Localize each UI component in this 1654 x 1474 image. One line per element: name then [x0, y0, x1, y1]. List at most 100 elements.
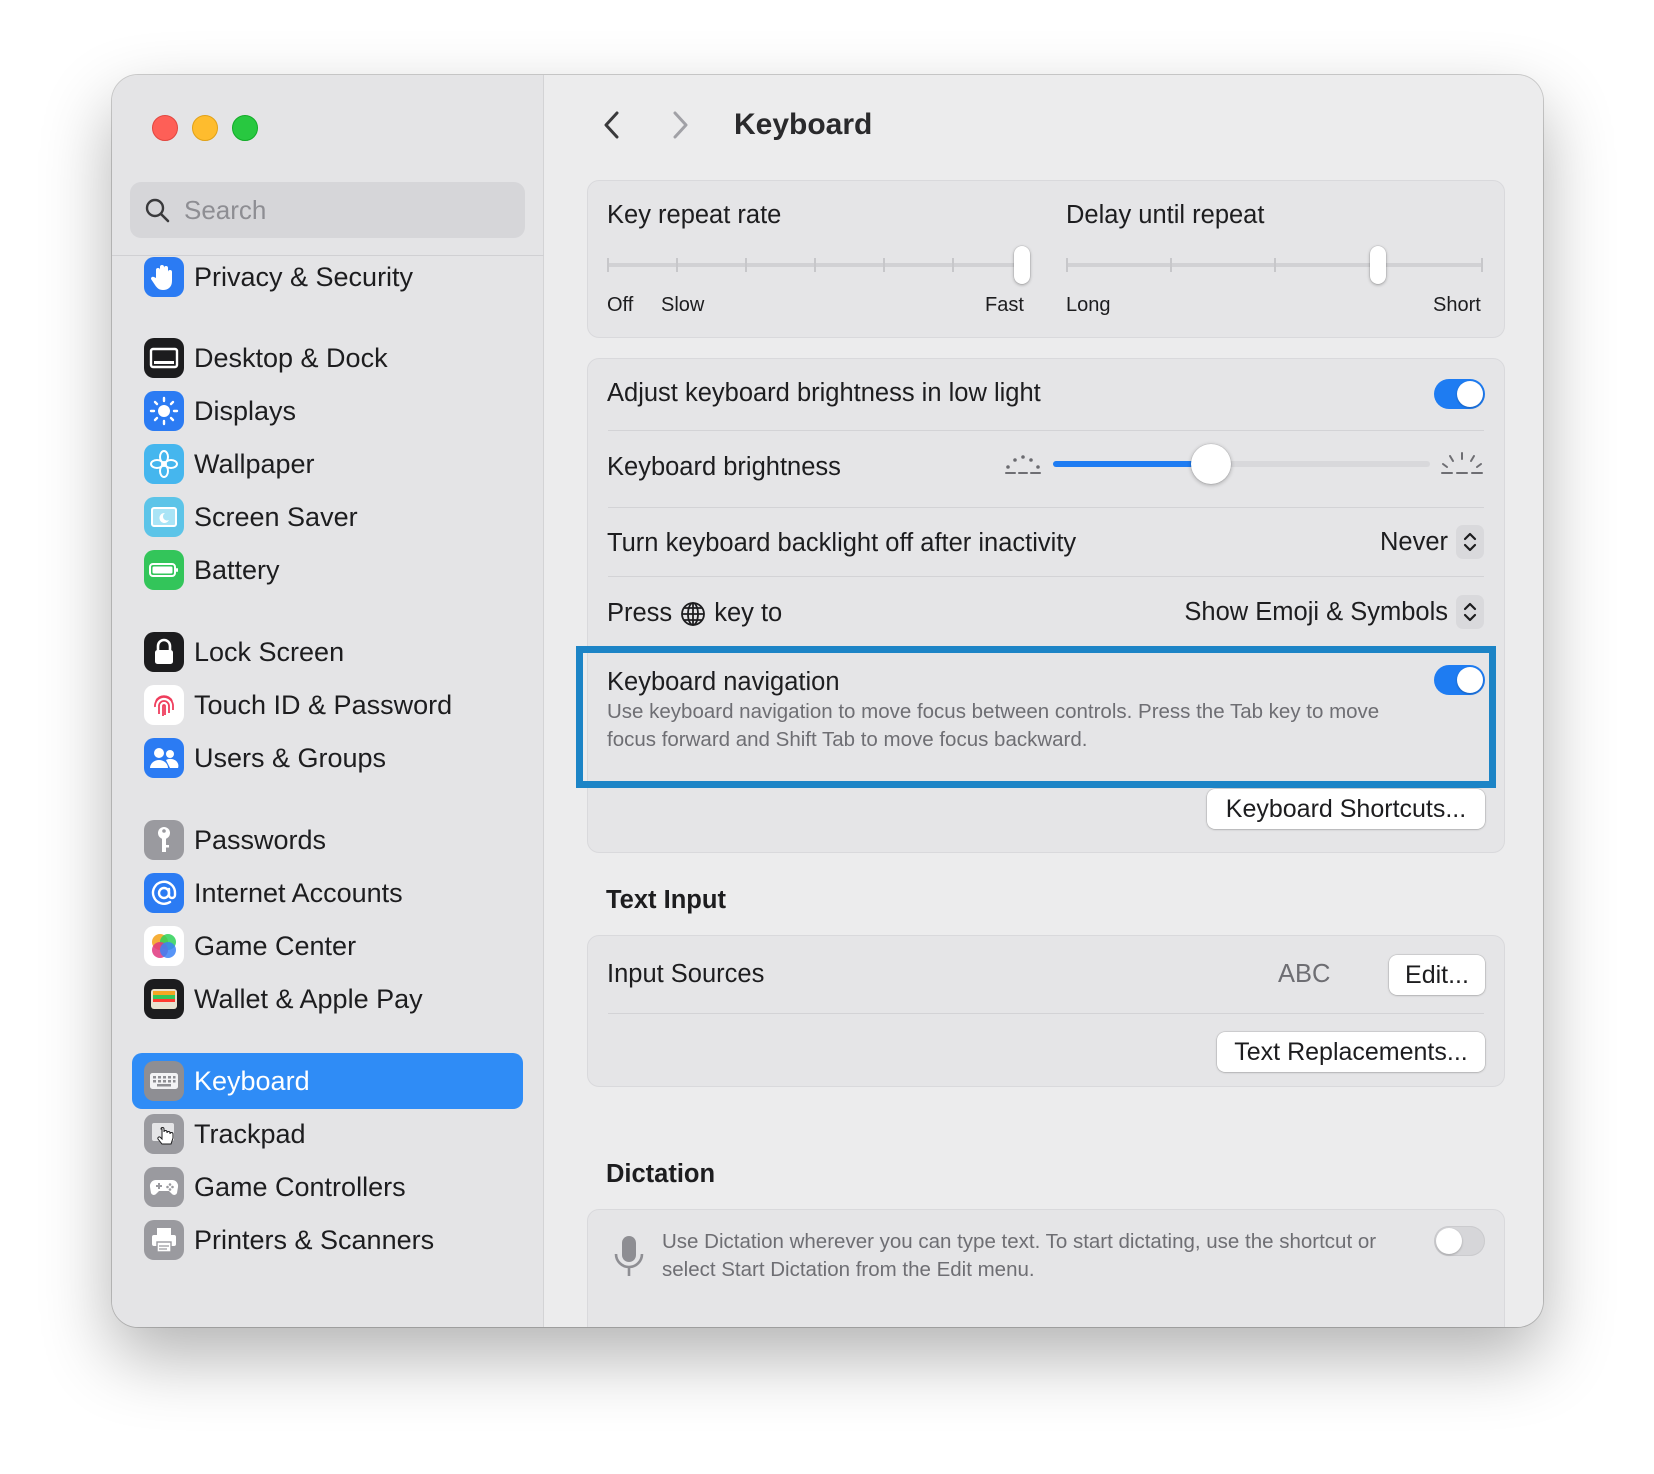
minimize-button[interactable] — [192, 115, 218, 141]
brightness-low-icon — [1003, 451, 1043, 484]
key-repeat-slider[interactable] — [607, 241, 1030, 291]
row-separator — [608, 430, 1484, 431]
dictation-card: Use Dictation wherever you can type text… — [587, 1209, 1505, 1327]
sidebar-item-desktop-dock[interactable]: Desktop & Dock — [132, 330, 523, 386]
battery-icon — [144, 550, 184, 590]
sidebar-item-screen-saver[interactable]: Screen Saver — [132, 489, 523, 545]
key-repeat-max-label: Fast — [985, 294, 1024, 316]
sidebar-item-game-center[interactable]: Game Center — [132, 918, 523, 974]
slider-knob[interactable] — [1370, 246, 1387, 284]
wallet-icon — [144, 979, 184, 1019]
dictation-description: Use Dictation wherever you can type text… — [662, 1230, 1377, 1281]
sidebar-item-label: Desktop & Dock — [194, 342, 388, 373]
press-key-label: Press key to — [607, 599, 782, 628]
back-button[interactable] — [594, 107, 630, 143]
toggle-thumb — [1436, 1228, 1462, 1254]
sidebar-item-game-controllers[interactable]: Game Controllers — [132, 1159, 523, 1215]
sidebar-item-label: Battery — [194, 554, 280, 585]
up-down-chevron-icon — [1456, 525, 1484, 559]
row-separator — [608, 507, 1484, 508]
slider-tick — [814, 258, 816, 272]
chevron-left-icon — [604, 111, 619, 139]
window-controls — [152, 115, 258, 141]
slider-tick — [745, 258, 747, 272]
slider-tick — [1169, 258, 1172, 272]
sidebar-item-keyboard[interactable]: Keyboard — [132, 1053, 523, 1109]
sidebar-item-label: Trackpad — [194, 1118, 306, 1149]
sidebar-item-passwords[interactable]: Passwords — [132, 812, 523, 868]
row-separator — [608, 1013, 1484, 1014]
delay-label: Delay until repeat — [1066, 201, 1265, 229]
popup-value: Show Emoji & Symbols — [1184, 597, 1448, 626]
game-center-icon — [144, 926, 184, 966]
edit-input-sources-button[interactable]: Edit... — [1389, 955, 1485, 995]
sidebar-item-touch-id[interactable]: Touch ID & Password — [132, 677, 523, 733]
flower-icon — [144, 444, 184, 484]
sidebar-item-label: Printers & Scanners — [194, 1224, 435, 1255]
sidebar-item-users-groups[interactable]: Users & Groups — [132, 730, 523, 786]
at-icon — [144, 873, 184, 913]
adjust-brightness-label: Adjust keyboard brightness in low light — [607, 379, 1041, 407]
delay-slider[interactable] — [1066, 241, 1483, 291]
dock-icon — [144, 338, 184, 378]
screen-saver-icon — [144, 497, 184, 537]
dictation-toggle[interactable] — [1434, 1226, 1485, 1256]
search-icon — [144, 197, 170, 223]
sun-icon — [144, 391, 184, 431]
sidebar-item-internet-accounts[interactable]: Internet Accounts — [132, 865, 523, 921]
input-sources-label: Input Sources — [607, 960, 765, 988]
page-title: Keyboard — [734, 108, 873, 141]
text-input-heading: Text Input — [606, 886, 726, 914]
sidebar-item-lock-screen[interactable]: Lock Screen — [132, 624, 523, 680]
key-icon — [144, 820, 184, 860]
press-text: Press — [607, 599, 673, 627]
key-to-text: key to — [714, 599, 783, 627]
sidebar-item-label: Wallet & Apple Pay — [194, 983, 423, 1014]
printer-icon — [144, 1220, 184, 1260]
sidebar-item-displays[interactable]: Displays — [132, 383, 523, 439]
dictation-heading: Dictation — [606, 1160, 716, 1188]
key-repeat-label: Key repeat rate — [607, 201, 782, 229]
search-field[interactable] — [130, 182, 525, 238]
keyboard-shortcuts-button[interactable]: Keyboard Shortcuts... — [1207, 789, 1485, 829]
sidebar-item-label: Passwords — [194, 824, 327, 855]
sidebar-item-wallpaper[interactable]: Wallpaper — [132, 436, 523, 492]
delay-min-label: Long — [1066, 294, 1111, 316]
sidebar-item-label: Touch ID & Password — [194, 689, 453, 720]
adjust-brightness-toggle[interactable] — [1434, 379, 1485, 409]
text-input-card: Input Sources ABC Edit... Text Replaceme… — [587, 935, 1505, 1087]
search-input[interactable] — [184, 194, 504, 226]
keyboard-navigation-highlight — [576, 646, 1496, 788]
key-repeat-slow-label: Slow — [661, 294, 705, 316]
sidebar-item-privacy-security[interactable]: Privacy & Security — [132, 249, 523, 305]
input-sources-value: ABC — [1278, 960, 1331, 988]
globe-key-popup[interactable]: Show Emoji & Symbols — [1184, 595, 1484, 629]
sidebar-item-label: Lock Screen — [194, 636, 345, 667]
toggle-thumb — [1457, 381, 1483, 407]
close-button[interactable] — [152, 115, 178, 141]
slider-tick — [676, 258, 678, 272]
chevron-right-icon — [673, 111, 688, 139]
sidebar-item-trackpad[interactable]: Trackpad — [132, 1106, 523, 1162]
text-replacements-button[interactable]: Text Replacements... — [1217, 1032, 1485, 1072]
sidebar-item-wallet[interactable]: Wallet & Apple Pay — [132, 971, 523, 1027]
sidebar-item-battery[interactable]: Battery — [132, 542, 523, 598]
zoom-button[interactable] — [232, 115, 258, 141]
sidebar-item-label: Wallpaper — [194, 448, 315, 479]
keyboard-brightness-slider[interactable] — [1053, 444, 1430, 484]
forward-button[interactable] — [662, 107, 698, 143]
lock-icon — [144, 632, 184, 672]
sidebar-item-label: Screen Saver — [194, 501, 358, 532]
up-down-chevron-icon — [1456, 595, 1484, 629]
globe-icon — [680, 601, 706, 627]
sidebar: Privacy & Security Desktop & Dock Displa… — [112, 75, 544, 1327]
popup-value: Never — [1379, 527, 1448, 556]
slider-knob[interactable] — [1191, 444, 1232, 484]
key-repeat-min-label: Off — [607, 294, 634, 316]
slider-tick — [883, 258, 885, 272]
sidebar-item-printers-scanners[interactable]: Printers & Scanners — [132, 1212, 523, 1268]
slider-knob[interactable] — [1014, 246, 1030, 284]
backlight-off-popup[interactable]: Never — [1380, 525, 1484, 559]
slider-fill — [1053, 461, 1212, 467]
sidebar-item-label: Game Center — [194, 930, 357, 961]
